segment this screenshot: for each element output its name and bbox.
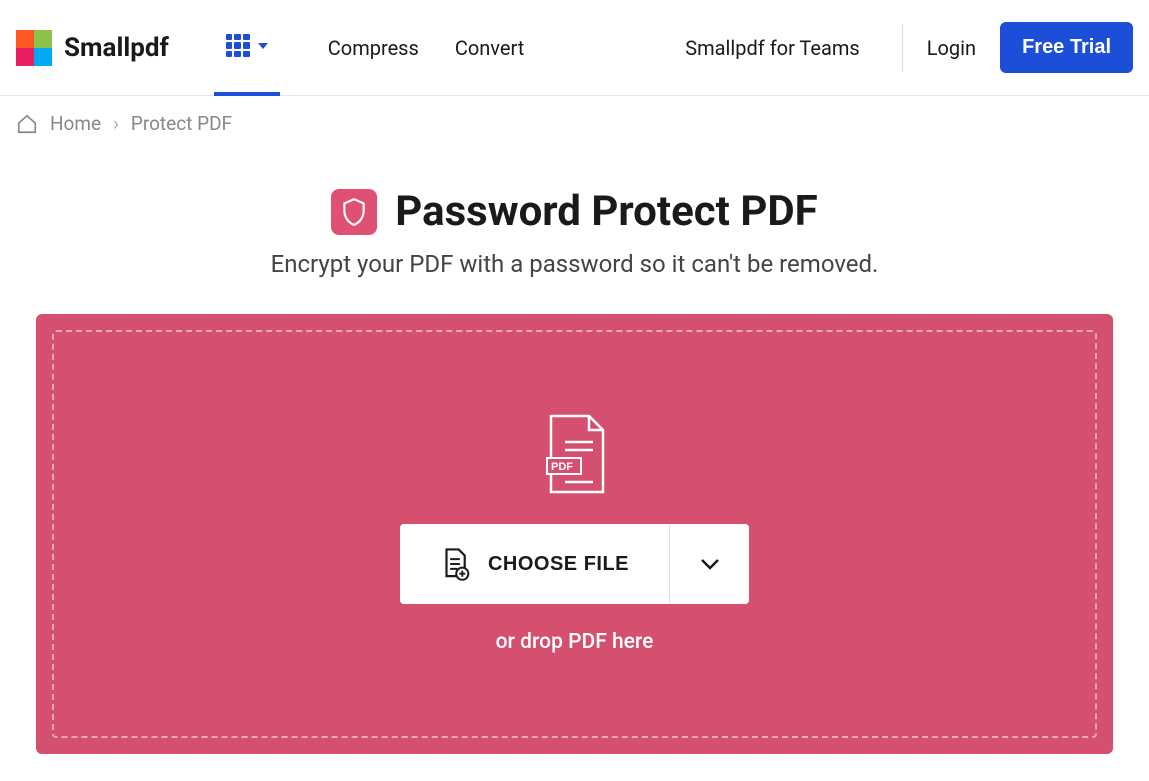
choose-file-button[interactable]: CHOOSE FILE	[400, 524, 669, 604]
shield-badge	[331, 189, 377, 235]
free-trial-button[interactable]: Free Trial	[1000, 22, 1133, 73]
breadcrumb-current: Protect PDF	[131, 112, 232, 135]
nav-teams[interactable]: Smallpdf for Teams	[667, 36, 877, 60]
shield-icon	[341, 197, 367, 227]
tools-menu[interactable]	[214, 0, 280, 96]
login-link[interactable]: Login	[927, 36, 976, 60]
drop-hint: or drop PDF here	[496, 630, 654, 654]
nav-compress[interactable]: Compress	[310, 36, 437, 60]
breadcrumb-home[interactable]: Home	[50, 112, 101, 135]
logo[interactable]: Smallpdf	[16, 30, 169, 66]
divider	[902, 24, 903, 72]
upload-dropzone[interactable]: PDF CHOOSE FILE	[52, 330, 1097, 738]
pdf-file-icon: PDF	[541, 414, 609, 498]
grid-icon	[226, 34, 250, 58]
breadcrumb-separator: ›	[113, 112, 119, 135]
page-subtitle: Encrypt your PDF with a password so it c…	[16, 250, 1133, 278]
choose-file-dropdown[interactable]	[669, 524, 749, 604]
header: Smallpdf Compress Convert Smallpdf for T…	[0, 0, 1149, 96]
home-icon	[16, 113, 38, 135]
logo-text: Smallpdf	[64, 33, 169, 63]
upload-area[interactable]: PDF CHOOSE FILE	[36, 314, 1113, 754]
nav-convert[interactable]: Convert	[437, 36, 542, 60]
breadcrumb: Home › Protect PDF	[0, 96, 1149, 151]
choose-file-label: CHOOSE FILE	[488, 553, 629, 576]
logo-icon	[16, 30, 52, 66]
hero: Password Protect PDF Encrypt your PDF wi…	[0, 187, 1149, 278]
page-title: Password Protect PDF	[395, 187, 817, 236]
chevron-down-icon	[258, 43, 268, 49]
hero-title-row: Password Protect PDF	[16, 187, 1133, 236]
chevron-down-icon	[700, 558, 720, 570]
choose-file-group: CHOOSE FILE	[400, 524, 749, 604]
svg-text:PDF: PDF	[551, 461, 573, 473]
file-add-icon	[440, 547, 470, 581]
header-right: Smallpdf for Teams Login Free Trial	[667, 22, 1133, 73]
